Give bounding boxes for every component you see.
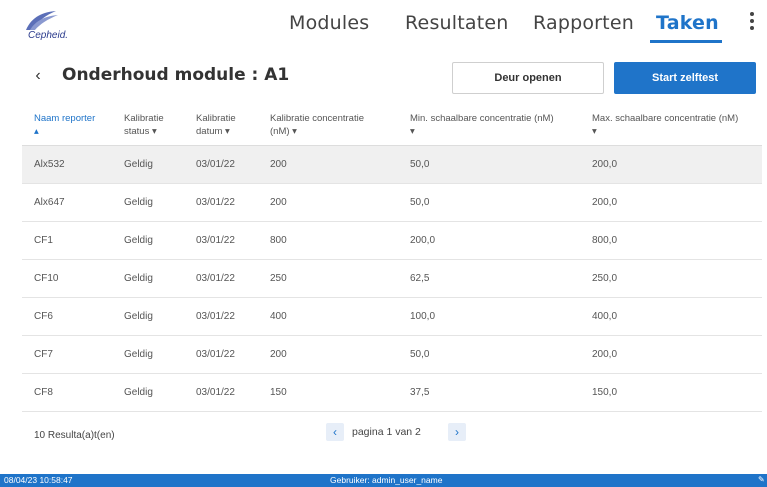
cell-calibration-date: 03/01/22: [196, 387, 235, 398]
tab-taken[interactable]: Taken: [656, 12, 719, 34]
page-title: Onderhoud module : A1: [62, 65, 290, 85]
cell-max-concentration: 250,0: [592, 273, 618, 284]
cell-calibration-status: Geldig: [124, 387, 153, 398]
page-indicator: pagina 1 van 2: [352, 426, 421, 438]
page-header: ‹ Onderhoud module : A1 Deur openen Star…: [22, 60, 762, 94]
start-selftest-button[interactable]: Start zelftest: [614, 62, 756, 94]
status-user: Gebruiker: admin_user_name: [330, 475, 443, 485]
back-button[interactable]: ‹: [28, 65, 48, 87]
cell-min-concentration: 50,0: [410, 197, 430, 208]
cell-min-concentration: 200,0: [410, 235, 436, 246]
cepheid-swoosh-icon: [26, 11, 58, 30]
logo-text: Cepheid.: [28, 30, 69, 41]
cell-reporter-name: CF1: [34, 235, 53, 246]
status-datetime: 08/04/23 10:58:47: [4, 475, 73, 485]
status-bar: 08/04/23 10:58:47 Gebruiker: admin_user_…: [0, 474, 767, 487]
cell-calibration-date: 03/01/22: [196, 197, 235, 208]
cell-max-concentration: 150,0: [592, 387, 618, 398]
table-header: Naam reporter ▴ Kalibratie status ▾ Kalibr…: [22, 104, 762, 146]
cell-min-concentration: 62,5: [410, 273, 430, 284]
cell-calibration-concentration: 200: [270, 159, 287, 170]
cell-calibration-concentration: 200: [270, 197, 287, 208]
cell-max-concentration: 400,0: [592, 311, 618, 322]
cell-min-concentration: 50,0: [410, 349, 430, 360]
cell-calibration-concentration: 250: [270, 273, 287, 284]
table-row[interactable]: CF8 Geldig 03/01/22 150 37,5 150,0: [22, 374, 762, 412]
cell-calibration-concentration: 800: [270, 235, 287, 246]
cell-calibration-status: Geldig: [124, 349, 153, 360]
cell-calibration-status: Geldig: [124, 197, 153, 208]
next-page-button[interactable]: ›: [448, 423, 466, 441]
column-header-min-concentration[interactable]: Min. schaalbare concentratie (nM) ▾: [410, 112, 554, 138]
cell-min-concentration: 50,0: [410, 159, 430, 170]
reporter-table: Naam reporter ▴ Kalibratie status ▾ Kalibr…: [22, 104, 762, 412]
cell-max-concentration: 200,0: [592, 349, 618, 360]
column-header-max-concentration[interactable]: Max. schaalbare concentratie (nM) ▾: [592, 112, 738, 138]
edit-icon[interactable]: ✎: [758, 475, 765, 484]
cell-reporter-name: CF6: [34, 311, 53, 322]
cell-max-concentration: 200,0: [592, 197, 618, 208]
column-header-calibration-date[interactable]: Kalibratie datum ▾: [196, 112, 236, 138]
table-footer: 10 Resulta(a)t(en) ‹ pagina 1 van 2 ›: [22, 415, 762, 449]
cell-calibration-concentration: 200: [270, 349, 287, 360]
cell-reporter-name: CF8: [34, 387, 53, 398]
cell-calibration-date: 03/01/22: [196, 311, 235, 322]
column-header-calibration-status[interactable]: Kalibratie status ▾: [124, 112, 164, 138]
cell-calibration-status: Geldig: [124, 311, 153, 322]
previous-page-button[interactable]: ‹: [326, 423, 344, 441]
tab-resultaten[interactable]: Resultaten: [405, 12, 509, 34]
cell-calibration-status: Geldig: [124, 235, 153, 246]
cell-calibration-date: 03/01/22: [196, 273, 235, 284]
table-row[interactable]: CF7 Geldig 03/01/22 200 50,0 200,0: [22, 336, 762, 374]
more-menu-icon[interactable]: [744, 10, 760, 36]
table-row[interactable]: Alx532 Geldig 03/01/22 200 50,0 200,0: [22, 146, 762, 184]
table-row[interactable]: CF1 Geldig 03/01/22 800 200,0 800,0: [22, 222, 762, 260]
cell-reporter-name: CF10: [34, 273, 59, 284]
cell-min-concentration: 37,5: [410, 387, 430, 398]
cell-calibration-concentration: 400: [270, 311, 287, 322]
cell-calibration-date: 03/01/22: [196, 235, 235, 246]
cell-min-concentration: 100,0: [410, 311, 436, 322]
cell-calibration-concentration: 150: [270, 387, 287, 398]
cell-calibration-date: 03/01/22: [196, 349, 235, 360]
cell-calibration-date: 03/01/22: [196, 159, 235, 170]
table-row[interactable]: Alx647 Geldig 03/01/22 200 50,0 200,0: [22, 184, 762, 222]
cepheid-logo: Cepheid.: [22, 10, 112, 42]
results-count: 10 Resulta(a)t(en): [34, 430, 115, 441]
tab-modules[interactable]: Modules: [289, 12, 369, 34]
table-row[interactable]: CF10 Geldig 03/01/22 250 62,5 250,0: [22, 260, 762, 298]
cell-reporter-name: Alx532: [34, 159, 65, 170]
cell-reporter-name: Alx647: [34, 197, 65, 208]
active-tab-indicator: [650, 40, 722, 43]
cell-calibration-status: Geldig: [124, 273, 153, 284]
cell-max-concentration: 800,0: [592, 235, 618, 246]
tab-rapporten[interactable]: Rapporten: [533, 12, 634, 34]
cell-calibration-status: Geldig: [124, 159, 153, 170]
open-door-button[interactable]: Deur openen: [452, 62, 604, 94]
cell-max-concentration: 200,0: [592, 159, 618, 170]
column-header-calibration-concentration[interactable]: Kalibratie concentratie (nM) ▾: [270, 112, 364, 138]
cell-reporter-name: CF7: [34, 349, 53, 360]
column-header-reporter-name[interactable]: Naam reporter ▴: [34, 112, 95, 138]
top-navigation: Cepheid. Modules Resultaten Rapporten Ta…: [0, 0, 767, 50]
table-row[interactable]: CF6 Geldig 03/01/22 400 100,0 400,0: [22, 298, 762, 336]
